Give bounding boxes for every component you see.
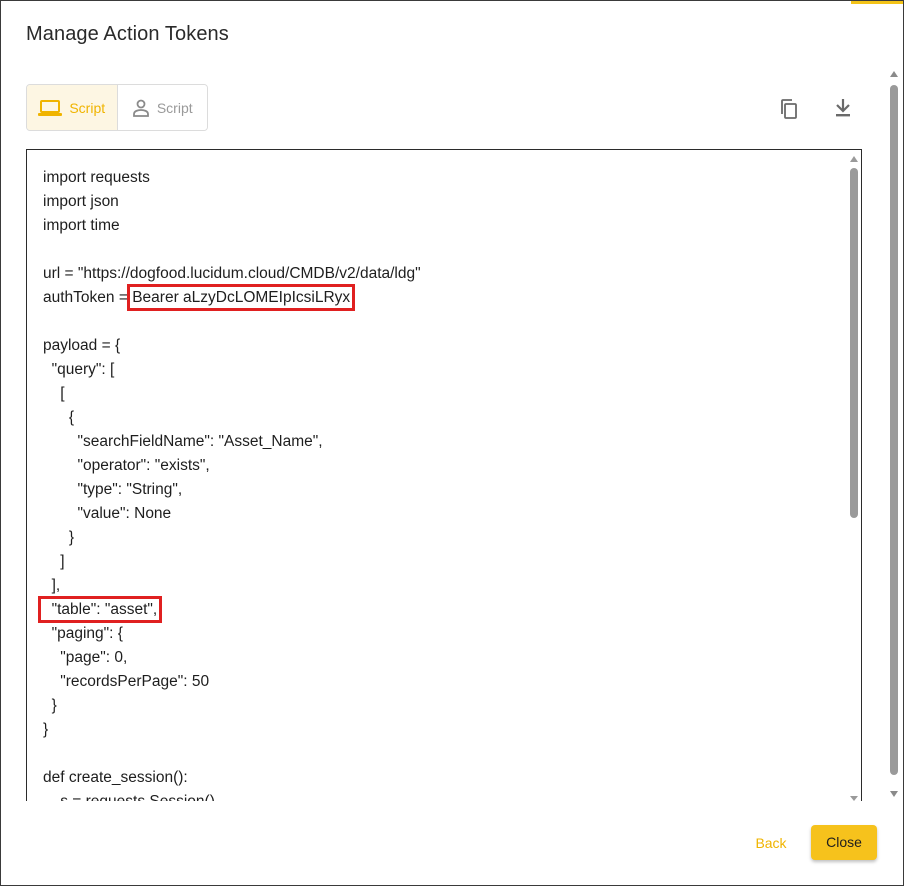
code-line: import json [43, 193, 119, 210]
toggle-script-laptop[interactable]: Script [27, 85, 118, 130]
code-line: } [43, 529, 75, 546]
code-line: "query": [ [43, 361, 115, 378]
table-asset-highlight: "table": "asset", [37, 596, 163, 623]
close-button[interactable]: Close [811, 825, 877, 860]
auth-token-key: authToken = [43, 289, 133, 306]
code-line: import requests [43, 169, 150, 186]
dialog-scroll-up-arrow-icon[interactable] [890, 71, 898, 77]
code-line: "paging": { [43, 625, 123, 642]
code-line: "operator": "exists", [43, 457, 210, 474]
code-line: payload = { [43, 337, 121, 354]
code-scrollbar-thumb[interactable] [850, 168, 858, 518]
auth-token-value: Bearer aLzyDcLOMEIpIcsiLRyx [127, 284, 356, 311]
code-line: "value": None [43, 505, 172, 522]
copy-icon[interactable] [777, 97, 801, 121]
person-icon [132, 99, 150, 117]
code-line-auth-token: authToken = Bearer aLzyDcLOMEIpIcsiLRyx [43, 284, 421, 311]
download-icon[interactable] [831, 96, 855, 120]
code-line: { [43, 409, 75, 426]
code-line: "type": "String", [43, 481, 183, 498]
dialog-scroll-down-arrow-icon[interactable] [890, 791, 898, 797]
code-line: ] [43, 553, 65, 570]
script-code-box[interactable]: import requests import json import time … [26, 149, 862, 801]
manage-action-tokens-dialog: Manage Action Tokens Script Script impor… [0, 0, 904, 886]
code-line-table: "table": "asset", [37, 596, 421, 623]
toggle-script-person[interactable]: Script [117, 85, 207, 130]
dialog-scrollbar-thumb[interactable] [890, 85, 898, 775]
back-button[interactable]: Back [745, 827, 797, 859]
code-line: [ [43, 385, 65, 402]
script-type-toggle: Script Script [26, 84, 208, 131]
dialog-title: Manage Action Tokens [26, 23, 229, 45]
toggle-label-script-1: Script [69, 99, 106, 116]
code-scrollbar[interactable] [847, 150, 861, 801]
code-line: def create_session(): [43, 769, 188, 786]
code-line: } [43, 697, 57, 714]
code-line: "page": 0, [43, 649, 128, 666]
code-line: ], [43, 577, 61, 594]
top-accent-strip [851, 1, 903, 4]
code-line: "searchFieldName": "Asset_Name", [43, 433, 323, 450]
scroll-down-arrow-icon[interactable] [850, 796, 858, 801]
toggle-label-script-2: Script [156, 99, 193, 116]
code-lines: import requests import json import time … [37, 166, 421, 801]
code-line: } [43, 721, 49, 738]
code-line: "recordsPerPage": 50 [43, 673, 210, 690]
code-line: s = requests.Session() [43, 790, 421, 801]
code-line: import time [43, 217, 120, 234]
scroll-up-arrow-icon[interactable] [850, 156, 858, 162]
laptop-icon [38, 99, 63, 117]
dialog-scrollbar[interactable] [887, 69, 901, 799]
code-line: url = "https://dogfood.lucidum.cloud/CMD… [43, 265, 421, 282]
